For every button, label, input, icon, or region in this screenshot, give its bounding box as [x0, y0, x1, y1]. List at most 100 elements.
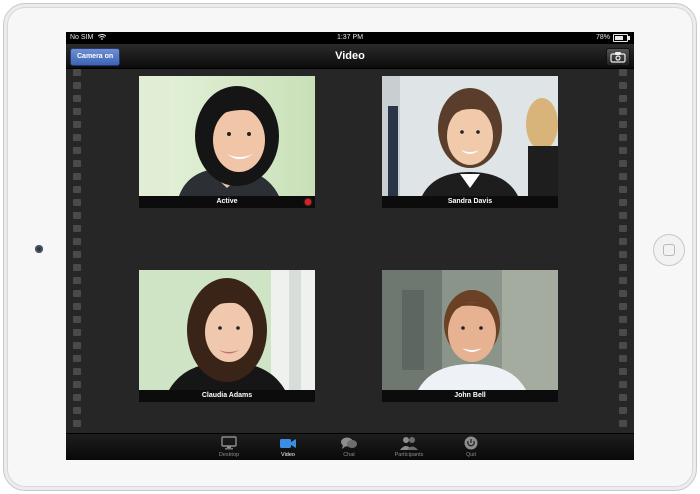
film-perforation — [73, 329, 81, 336]
film-perforation — [73, 212, 81, 219]
film-perforation — [73, 277, 81, 284]
film-perforation — [619, 225, 627, 232]
film-perforation — [619, 290, 627, 297]
film-perforation — [619, 147, 627, 154]
film-perforation — [73, 420, 81, 427]
film-perforation — [73, 69, 81, 76]
film-perforation — [73, 368, 81, 375]
film-perforation — [73, 121, 81, 128]
film-perforation — [73, 355, 81, 362]
film-perforation — [73, 134, 81, 141]
film-perforation — [619, 368, 627, 375]
film-perforation — [619, 238, 627, 245]
film-perforation — [73, 186, 81, 193]
film-perforation — [73, 82, 81, 89]
film-perforation — [73, 95, 81, 102]
tab-label: Chat — [343, 452, 355, 458]
participant-name-bar: Claudia Adams — [139, 390, 315, 402]
film-perforation — [73, 303, 81, 310]
tab-bar: Desktop Video Chat Participants Quit — [66, 433, 634, 460]
chat-bubbles-icon — [341, 437, 357, 449]
tab-quit[interactable]: Quit — [446, 436, 496, 458]
people-icon — [400, 437, 418, 450]
film-perforation — [73, 381, 81, 388]
film-perforation — [73, 160, 81, 167]
film-perforation — [619, 212, 627, 219]
film-perforation — [73, 225, 81, 232]
film-perforation — [619, 69, 627, 76]
clock: 1:37 PM — [336, 34, 364, 41]
video-camera-icon — [280, 439, 296, 448]
film-perforation — [619, 173, 627, 180]
film-perforation — [73, 173, 81, 180]
film-perforation — [619, 277, 627, 284]
video-tile[interactable]: Active — [139, 76, 315, 208]
participant-video — [139, 270, 315, 390]
film-perforation — [73, 407, 81, 414]
participant-name: Sandra Davis — [447, 198, 493, 205]
participant-name-bar: John Bell — [382, 390, 558, 402]
film-perforation — [619, 251, 627, 258]
video-tile[interactable]: Sandra Davis — [382, 76, 558, 208]
power-icon — [464, 436, 478, 450]
film-perforation — [619, 186, 627, 193]
monitor-icon — [221, 436, 237, 450]
page-title: Video — [335, 50, 365, 62]
film-perforation — [73, 199, 81, 206]
tab-label: Desktop — [218, 452, 240, 458]
film-perforation — [73, 238, 81, 245]
film-perforation — [619, 355, 627, 362]
battery-indicator: 78% — [595, 32, 630, 44]
participant-name: Claudia Adams — [201, 392, 253, 399]
film-perforation — [619, 121, 627, 128]
film-perforation — [619, 420, 627, 427]
front-camera — [35, 245, 43, 253]
film-perforation — [73, 108, 81, 115]
film-perforation — [619, 394, 627, 401]
switch-camera-button[interactable] — [606, 48, 630, 66]
film-perforation — [73, 147, 81, 154]
home-button[interactable] — [653, 234, 685, 266]
film-perforation — [73, 342, 81, 349]
film-strip-left — [71, 69, 83, 429]
film-perforation — [73, 251, 81, 258]
participant-name-bar: Sandra Davis — [382, 196, 558, 208]
film-perforation — [619, 407, 627, 414]
tab-desktop[interactable]: Desktop — [204, 436, 254, 458]
participant-name: John Bell — [454, 392, 486, 399]
film-strip-right — [617, 69, 629, 429]
film-perforation — [619, 342, 627, 349]
tab-label: Quit — [465, 452, 477, 458]
film-perforation — [73, 290, 81, 297]
participant-video — [382, 76, 558, 196]
switch-camera-icon — [610, 52, 626, 63]
participant-video — [382, 270, 558, 390]
film-perforation — [619, 95, 627, 102]
participant-name-bar: Active — [139, 196, 315, 208]
tab-participants[interactable]: Participants — [384, 436, 434, 458]
film-perforation — [619, 199, 627, 206]
film-perforation — [619, 160, 627, 167]
tab-chat[interactable]: Chat — [324, 436, 374, 458]
film-perforation — [73, 264, 81, 271]
film-perforation — [619, 82, 627, 89]
film-perforation — [73, 316, 81, 323]
navigation-bar: Camera on Video — [66, 44, 634, 69]
battery-percent: 78% — [595, 34, 610, 41]
film-perforation — [73, 394, 81, 401]
app-screen: No SIM 1:37 PM 78% Camera on Video Activ… — [66, 32, 634, 460]
film-perforation — [619, 108, 627, 115]
film-perforation — [619, 381, 627, 388]
tab-label: Video — [281, 452, 295, 458]
film-perforation — [619, 134, 627, 141]
tab-video[interactable]: Video — [263, 436, 313, 458]
video-tile[interactable]: Claudia Adams — [139, 270, 315, 402]
film-perforation — [619, 316, 627, 323]
film-perforation — [619, 329, 627, 336]
status-bar: No SIM 1:37 PM 78% — [66, 32, 634, 44]
tab-label: Participants — [394, 452, 424, 458]
video-tile[interactable]: John Bell — [382, 270, 558, 402]
film-perforation — [619, 303, 627, 310]
recording-indicator — [305, 199, 311, 205]
participant-video — [139, 76, 315, 196]
